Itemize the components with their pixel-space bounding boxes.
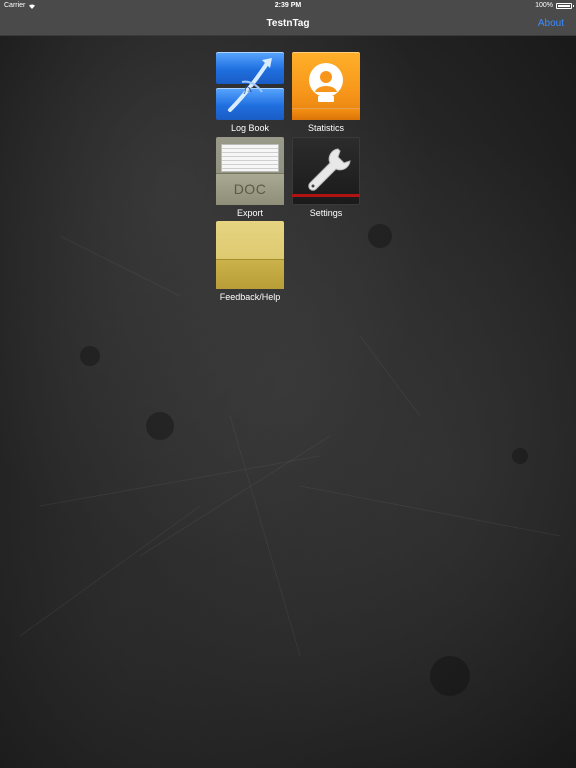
statistics-tab: [292, 108, 360, 120]
logbook-tile[interactable]: fx Log Book: [216, 52, 284, 133]
folder-icon: [216, 221, 284, 289]
logbook-icon: fx: [216, 52, 284, 120]
feedback-help-label: Feedback/Help: [219, 292, 281, 302]
export-doc-icon: DOC: [216, 137, 284, 205]
export-doc-text: DOC: [216, 173, 284, 205]
about-button[interactable]: About: [538, 18, 564, 29]
battery-icon: [556, 2, 574, 9]
settings-label: Settings: [309, 208, 343, 218]
statistics-label: Statistics: [307, 123, 344, 133]
export-paper: [221, 144, 279, 172]
statistics-tile[interactable]: Statistics: [292, 52, 360, 133]
folder-pocket: [216, 259, 284, 289]
status-bar: Carrier 2:39 PM 100%: [0, 0, 576, 12]
export-label: Export: [236, 208, 263, 218]
settings-icon: [292, 137, 360, 205]
statistics-icon: [292, 52, 360, 120]
settings-red-strip: [292, 194, 360, 197]
status-time: 2:39 PM: [274, 2, 302, 9]
nav-title: TestnTag: [266, 18, 310, 29]
svg-text:fx: fx: [243, 85, 252, 95]
settings-tile[interactable]: Settings: [292, 137, 360, 218]
feedback-help-tile[interactable]: Feedback/Help: [216, 221, 284, 302]
export-tile[interactable]: DOC Export: [216, 137, 284, 218]
battery-percent: 100%: [535, 2, 553, 9]
logbook-arrows-icon: fx: [228, 58, 272, 112]
navigation-bar: TestnTag About: [0, 12, 576, 36]
battery-fill: [558, 4, 570, 7]
status-right: 100%: [535, 2, 574, 9]
logbook-label: Log Book: [230, 123, 270, 133]
background-texture: [19, 224, 561, 696]
